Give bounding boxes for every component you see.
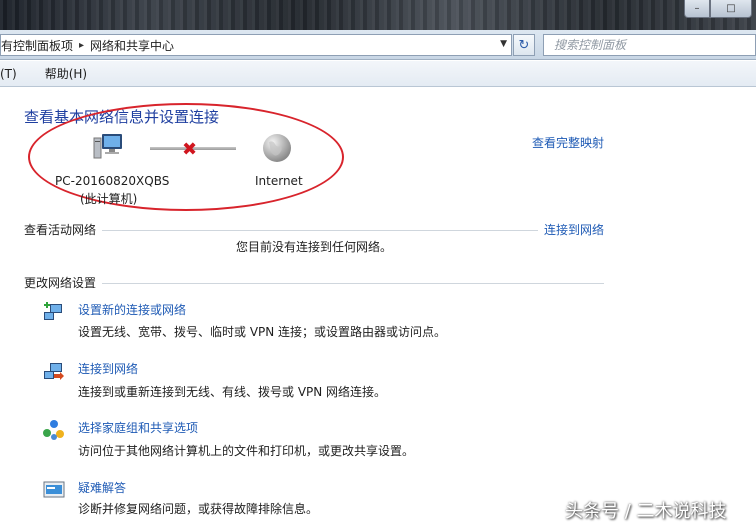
task-description: 诊断并修复网络问题，或获得故障排除信息。 bbox=[78, 502, 319, 516]
view-full-map-link[interactable]: 查看完整映射 bbox=[532, 134, 604, 151]
divider bbox=[102, 230, 538, 231]
titlebar-background bbox=[0, 0, 756, 30]
new-connection-icon bbox=[44, 302, 62, 320]
watermark: 头条号 / 二木说科技 bbox=[565, 501, 727, 522]
disconnected-x-icon[interactable]: ✖ bbox=[182, 139, 197, 160]
computer-icon bbox=[93, 134, 122, 159]
troubleshoot-link[interactable]: 疑难解答 bbox=[78, 479, 126, 496]
homegroup-sharing-link[interactable]: 选择家庭组和共享选项 bbox=[78, 419, 198, 436]
breadcrumb-network-center[interactable]: 网络和共享中心 bbox=[90, 37, 174, 54]
active-networks-heading: 查看活动网络 bbox=[24, 223, 97, 237]
connect-network-icon bbox=[44, 363, 64, 380]
this-computer-label: (此计算机) bbox=[80, 192, 138, 206]
breadcrumb-separator-icon: ▸ bbox=[79, 39, 85, 51]
breadcrumb[interactable]: 有控制面板项 ▸ 网络和共享中心 ▼ bbox=[0, 34, 512, 56]
setup-new-connection-link[interactable]: 设置新的连接或网络 bbox=[78, 301, 186, 318]
maximize-button[interactable]: □ bbox=[710, 0, 752, 18]
menu-tools[interactable]: (T) bbox=[0, 67, 17, 81]
minimize-button[interactable]: – bbox=[684, 0, 710, 18]
troubleshoot-icon bbox=[43, 481, 65, 498]
change-settings-heading: 更改网络设置 bbox=[24, 276, 97, 290]
connect-to-network-task-link[interactable]: 连接到网络 bbox=[78, 360, 138, 377]
menu-bar: (T) 帮助(H) bbox=[0, 61, 756, 87]
refresh-button[interactable]: ↻ bbox=[513, 34, 535, 56]
task-description: 设置无线、宽带、拨号、临时或 VPN 连接；或设置路由器或访问点。 bbox=[78, 325, 447, 339]
window-titlebar: – □ bbox=[0, 0, 756, 30]
address-bar: 有控制面板项 ▸ 网络和共享中心 ▼ ↻ 搜索控制面板 bbox=[0, 30, 756, 60]
task-description: 访问位于其他网络计算机上的文件和打印机，或更改共享设置。 bbox=[78, 444, 415, 458]
connect-to-network-link[interactable]: 连接到网络 bbox=[544, 221, 604, 238]
chevron-down-icon[interactable]: ▼ bbox=[500, 39, 507, 49]
internet-label[interactable]: Internet bbox=[255, 174, 303, 188]
refresh-icon: ↻ bbox=[518, 37, 530, 53]
internet-globe-icon bbox=[263, 134, 291, 162]
search-input[interactable]: 搜索控制面板 bbox=[543, 34, 756, 56]
no-connection-message: 您目前没有连接到任何网络。 bbox=[236, 240, 393, 254]
window-controls: – □ bbox=[684, 0, 752, 18]
homegroup-icon bbox=[43, 420, 64, 440]
breadcrumb-control-panel-items[interactable]: 有控制面板项 bbox=[1, 37, 73, 54]
task-description: 连接到或重新连接到无线、有线、拨号或 VPN 网络连接。 bbox=[78, 385, 387, 399]
menu-help[interactable]: 帮助(H) bbox=[45, 65, 87, 82]
divider bbox=[102, 283, 604, 284]
computer-name-label: PC-20160820XQBS bbox=[55, 174, 170, 188]
